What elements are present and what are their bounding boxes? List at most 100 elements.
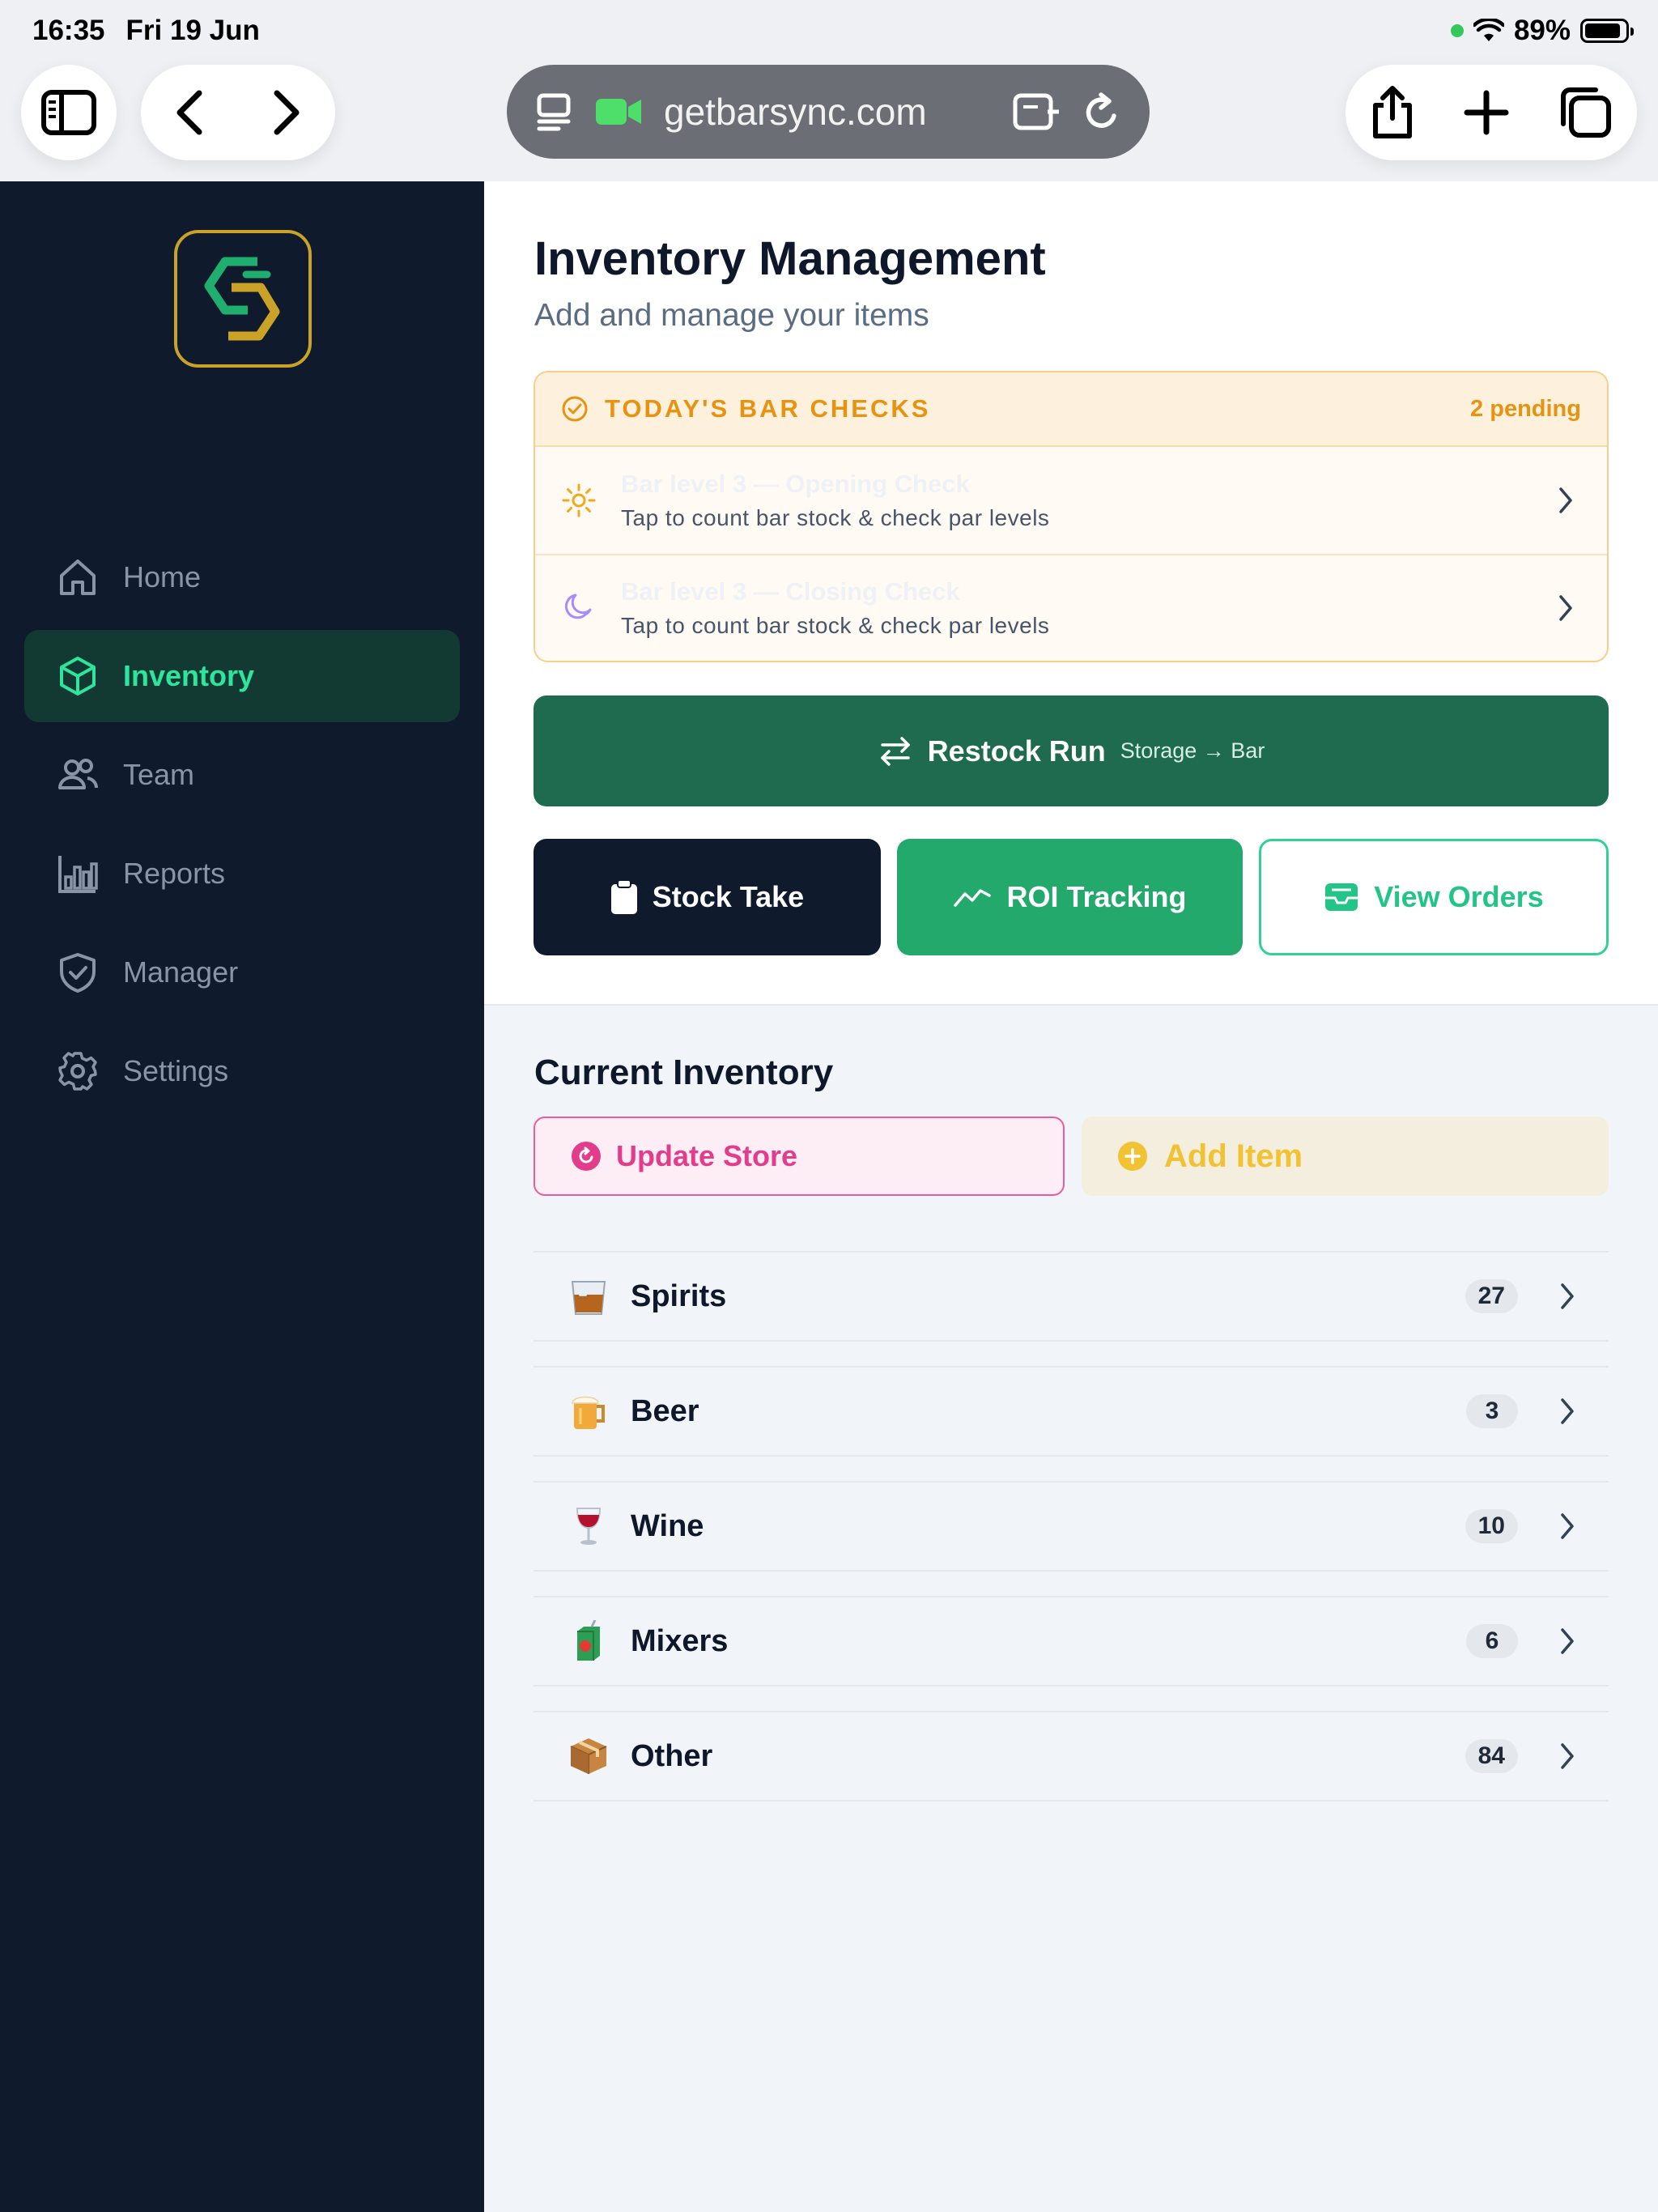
view-orders-button[interactable]: View Orders — [1259, 839, 1609, 955]
battery-percent: 89% — [1513, 15, 1571, 46]
view-orders-label: View Orders — [1374, 880, 1544, 913]
inbox-icon — [1325, 883, 1358, 911]
category-row-mixers[interactable]: Mixers 6 — [534, 1596, 1609, 1687]
page-subtitle: Add and manage your items — [534, 298, 929, 333]
share-icon — [1373, 86, 1413, 138]
category-name: Wine — [631, 1508, 704, 1543]
check-description: Tap to count bar stock & check par level… — [621, 613, 1050, 638]
tabs-overview-button[interactable] — [1557, 85, 1613, 140]
plus-circle-icon — [1118, 1142, 1147, 1171]
chevron-right-icon — [1559, 595, 1572, 621]
sidebar-toggle-button[interactable] — [21, 65, 117, 160]
camera-indicator-dot — [1450, 24, 1464, 37]
sidebar-item-team[interactable]: Team — [24, 729, 460, 821]
package-icon — [568, 1735, 610, 1777]
sidebar-item-settings[interactable]: Settings — [24, 1025, 460, 1117]
closing-check-row[interactable]: Bar level 3 — Closing Check Tap to count… — [535, 554, 1607, 661]
clipboard-icon — [610, 879, 637, 914]
swap-arrows-icon — [880, 736, 910, 766]
check-description: Tap to count bar stock & check par level… — [621, 505, 1050, 530]
page-menu-icon[interactable] — [534, 92, 573, 131]
category-name: Mixers — [631, 1623, 729, 1658]
sidebar-item-label: Team — [123, 758, 195, 791]
trend-line-icon — [954, 889, 992, 907]
barsync-logo-icon — [204, 257, 280, 341]
status-time: 16:35 — [32, 15, 105, 46]
plus-icon — [1464, 90, 1509, 135]
sidebar-item-label: Settings — [123, 1054, 229, 1087]
new-tab-button[interactable] — [1464, 90, 1509, 135]
shield-icon — [60, 953, 96, 993]
back-button[interactable] — [173, 88, 206, 137]
category-count: 10 — [1465, 1509, 1518, 1543]
share-button[interactable] — [1369, 84, 1416, 141]
browser-toolbar: getbarsync.com — [0, 63, 1658, 181]
check-circle-icon — [562, 396, 588, 422]
category-row-wine[interactable]: Wine 10 — [534, 1481, 1609, 1572]
chevron-right-icon — [1561, 1743, 1574, 1769]
roi-tracking-button[interactable]: ROI Tracking — [897, 839, 1243, 955]
page-title: Inventory Management — [534, 232, 1046, 285]
gear-icon — [58, 1052, 97, 1091]
app-logo[interactable] — [174, 230, 312, 368]
whisky-glass-icon — [568, 1275, 610, 1317]
restock-run-button[interactable]: Restock Run Storage → Bar — [534, 696, 1609, 806]
add-item-label: Add Item — [1164, 1138, 1303, 1174]
users-icon — [58, 759, 99, 789]
status-bar: 16:35 Fri 19 Jun 89% — [0, 0, 1658, 63]
category-name: Other — [631, 1738, 713, 1773]
add-item-button[interactable]: Add Item — [1082, 1117, 1609, 1196]
chevron-right-icon — [1561, 1283, 1574, 1309]
roi-tracking-label: ROI Tracking — [1006, 880, 1187, 913]
forward-button[interactable] — [270, 88, 303, 137]
sidebar-toggle-icon — [40, 89, 97, 136]
sidebar-item-reports[interactable]: Reports — [24, 827, 460, 920]
sidebar-item-inventory[interactable]: Inventory — [24, 630, 460, 722]
stock-take-button[interactable]: Stock Take — [534, 839, 881, 955]
wine-glass-icon — [568, 1505, 610, 1547]
sidebar-item-home[interactable]: Home — [24, 531, 460, 623]
pending-count: 2 pending — [1470, 395, 1581, 422]
moon-icon — [564, 593, 592, 619]
browser-actions — [1346, 65, 1637, 160]
refresh-circle-icon — [572, 1142, 601, 1171]
sidebar-item-manager[interactable]: Manager — [24, 926, 460, 1019]
beer-mug-icon — [568, 1390, 610, 1432]
chevron-right-icon — [274, 90, 300, 135]
category-count: 84 — [1465, 1739, 1518, 1773]
tabs-icon — [1560, 87, 1611, 138]
category-name: Spirits — [631, 1278, 727, 1313]
restock-route: Storage → Bar — [1120, 738, 1265, 763]
sidebar-item-label: Home — [123, 560, 202, 593]
sidebar-item-label: Manager — [123, 955, 239, 989]
stock-take-label: Stock Take — [652, 880, 805, 913]
reload-icon[interactable] — [1083, 91, 1122, 132]
category-row-spirits[interactable]: Spirits 27 — [534, 1251, 1609, 1342]
box-icon — [60, 657, 96, 696]
bar-checks-title: TODAY'S BAR CHECKS — [605, 394, 931, 423]
battery-icon — [1580, 19, 1634, 43]
bar-checks-header: TODAY'S BAR CHECKS 2 pending — [535, 372, 1607, 447]
navigation-buttons — [141, 65, 335, 160]
category-name: Beer — [631, 1393, 699, 1428]
wifi-icon — [1473, 19, 1504, 43]
category-count: 6 — [1466, 1624, 1518, 1658]
chevron-left-icon — [176, 90, 202, 135]
camera-in-use-icon — [594, 96, 643, 128]
chevron-right-icon — [1561, 1398, 1574, 1424]
home-icon — [60, 559, 96, 595]
current-inventory-title: Current Inventory — [534, 1053, 834, 1092]
category-count: 3 — [1466, 1394, 1518, 1428]
app-sidebar: Home Inventory Team Reports Manager Sett… — [0, 181, 484, 2212]
category-row-beer[interactable]: Beer 3 — [534, 1366, 1609, 1457]
chevron-right-icon — [1559, 487, 1572, 513]
update-store-button[interactable]: Update Store — [534, 1117, 1065, 1196]
check-name: Bar level 3 — Opening Check — [621, 470, 970, 498]
opening-check-row[interactable]: Bar level 3 — Opening Check Tap to count… — [535, 447, 1607, 554]
sidebar-nav: Home Inventory Team Reports Manager Sett… — [24, 531, 460, 1124]
chevron-right-icon — [1561, 1513, 1574, 1539]
update-store-label: Update Store — [616, 1139, 798, 1172]
reader-icon[interactable] — [1012, 92, 1062, 131]
category-row-other[interactable]: Other 84 — [534, 1711, 1609, 1802]
address-bar[interactable]: getbarsync.com — [507, 65, 1150, 159]
